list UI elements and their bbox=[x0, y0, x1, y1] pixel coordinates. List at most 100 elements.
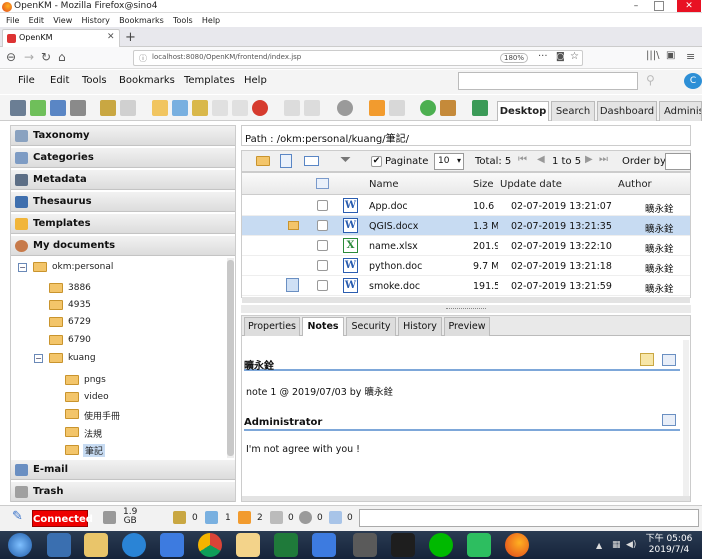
tree-item-folder[interactable]: video bbox=[84, 392, 109, 402]
ff-menu-history[interactable]: History bbox=[81, 14, 109, 27]
app-menu-templates[interactable]: Templates bbox=[184, 75, 235, 86]
tab-close-icon[interactable]: ✕ bbox=[107, 32, 115, 42]
app-menu-edit[interactable]: Edit bbox=[50, 75, 69, 86]
tree-item-root[interactable]: okm:personal bbox=[52, 262, 113, 272]
filter-funnel-icon[interactable]: ⏷ bbox=[340, 152, 351, 168]
taskbar-explorer-icon[interactable] bbox=[84, 533, 108, 557]
hamburger-menu-icon[interactable]: ≡ bbox=[686, 50, 695, 63]
edit-icon[interactable] bbox=[192, 100, 208, 116]
cancel-checkout-icon[interactable] bbox=[232, 100, 248, 116]
tab-notes[interactable]: Notes bbox=[302, 317, 344, 336]
taskbar-chrome-icon[interactable] bbox=[198, 533, 222, 557]
page-size-select[interactable]: 10 ▾ bbox=[434, 153, 464, 170]
tab-properties[interactable]: Properties bbox=[244, 317, 300, 336]
sidebar-icon[interactable]: ▣ bbox=[666, 50, 675, 61]
col-update-date[interactable]: Update date bbox=[500, 179, 562, 190]
url-bar[interactable]: ⓘ localhost:8080/OpenKM/frontend/index.j… bbox=[133, 50, 583, 66]
acc-templates[interactable]: Templates bbox=[11, 214, 235, 234]
tray-expand-icon[interactable]: ▲ bbox=[596, 541, 602, 550]
table-hscrollbar[interactable] bbox=[242, 297, 690, 303]
library-icon[interactable]: |||\ bbox=[646, 50, 659, 61]
file-name[interactable]: App.doc bbox=[369, 201, 469, 212]
delete-icon[interactable] bbox=[252, 100, 268, 116]
row-checkbox[interactable] bbox=[317, 260, 328, 271]
subscribed-docs-icon[interactable] bbox=[238, 511, 251, 524]
add-document-icon[interactable] bbox=[30, 100, 46, 116]
app-menu-bookmarks[interactable]: Bookmarks bbox=[119, 75, 175, 86]
file-name[interactable]: QGIS.docx bbox=[369, 221, 469, 232]
taskbar-app-icon[interactable] bbox=[353, 533, 377, 557]
home-folder-icon[interactable] bbox=[440, 100, 456, 116]
file-name[interactable]: python.doc bbox=[369, 261, 469, 272]
quick-search-input[interactable] bbox=[458, 72, 638, 90]
ff-menu-view[interactable]: View bbox=[53, 14, 72, 27]
acc-thesaurus[interactable]: Thesaurus bbox=[11, 192, 235, 212]
tree-item-folder[interactable]: 使用手冊 bbox=[84, 409, 120, 422]
volume-icon[interactable]: ◀) bbox=[626, 540, 636, 550]
col-author[interactable]: Author bbox=[618, 179, 652, 190]
paginate-checkbox[interactable]: ✔ bbox=[371, 156, 382, 167]
tab-security[interactable]: Security bbox=[346, 317, 396, 336]
column-chooser-icon[interactable] bbox=[316, 178, 329, 189]
tree-item-selected[interactable]: 筆記 bbox=[83, 444, 106, 457]
taskbar-excel-icon[interactable] bbox=[274, 533, 298, 557]
mail-filter-icon[interactable] bbox=[304, 156, 319, 166]
acc-metadata[interactable]: Metadata bbox=[11, 170, 235, 190]
start-button-icon[interactable] bbox=[8, 533, 32, 557]
taskbar-evernote-icon[interactable] bbox=[467, 533, 491, 557]
taskbar-app-icon[interactable] bbox=[160, 533, 184, 557]
create-folder-icon[interactable] bbox=[152, 100, 168, 116]
locked-docs-icon[interactable] bbox=[173, 511, 186, 524]
table-row-selected[interactable]: W QGIS.docx 1.3 M 02-07-2019 13:21:35 曠永… bbox=[242, 216, 690, 236]
browser-tab[interactable]: OpenKM ✕ bbox=[2, 29, 120, 47]
taskbar-clock[interactable]: 下午 05:06 2019/7/4 bbox=[640, 534, 698, 556]
reload-button[interactable]: ↻ bbox=[41, 50, 51, 64]
ff-menu-bookmarks[interactable]: Bookmarks bbox=[119, 14, 164, 27]
document-filter-icon[interactable] bbox=[280, 154, 292, 168]
file-name[interactable]: name.xlsx bbox=[369, 241, 469, 252]
app-menu-help[interactable]: Help bbox=[244, 75, 267, 86]
ff-menu-edit[interactable]: Edit bbox=[29, 14, 45, 27]
taskbar-line-icon[interactable] bbox=[429, 533, 453, 557]
table-row[interactable]: W App.doc 10.6 K 02-07-2019 13:21:07 曠永銓 bbox=[242, 196, 690, 216]
taskbar-firefox-icon[interactable] bbox=[505, 533, 529, 557]
tree-item-folder[interactable]: 法規 bbox=[84, 427, 102, 440]
scrollbar-thumb[interactable] bbox=[227, 260, 234, 456]
scan-icon[interactable] bbox=[50, 100, 66, 116]
unlock-icon[interactable] bbox=[120, 100, 136, 116]
forward-button[interactable]: → bbox=[24, 50, 34, 64]
order-by-select[interactable] bbox=[665, 153, 691, 170]
edit-note-icon[interactable] bbox=[640, 353, 654, 366]
table-row[interactable]: W python.doc 9.7 M 02-07-2019 13:21:18 曠… bbox=[242, 256, 690, 276]
checkin-icon[interactable] bbox=[212, 100, 228, 116]
unsubscribe-icon[interactable] bbox=[389, 100, 405, 116]
tree-item-folder[interactable]: 6790 bbox=[68, 335, 91, 345]
splitter-grip[interactable] bbox=[446, 308, 486, 310]
folder-filter-icon[interactable] bbox=[256, 156, 270, 166]
horizontal-splitter[interactable] bbox=[241, 305, 691, 313]
row-checkbox[interactable] bbox=[317, 280, 328, 291]
last-page-icon[interactable]: ⏭ bbox=[599, 154, 608, 165]
tools-icon[interactable] bbox=[10, 100, 26, 116]
table-row[interactable]: W smoke.doc 191.5 02-07-2019 13:21:59 曠永… bbox=[242, 276, 690, 296]
acc-categories[interactable]: Categories bbox=[11, 148, 235, 168]
notes-scrollbar[interactable] bbox=[683, 340, 689, 496]
taskbar-app-icon[interactable] bbox=[312, 533, 336, 557]
tab-search[interactable]: Search bbox=[551, 101, 595, 121]
acc-taxonomy[interactable]: Taxonomy bbox=[11, 126, 235, 146]
ff-menu-help[interactable]: Help bbox=[202, 14, 220, 27]
network-icon[interactable]: ▦ bbox=[612, 540, 621, 550]
taskbar-pycharm-icon[interactable] bbox=[391, 533, 415, 557]
table-row[interactable]: X name.xlsx 201.9 02-07-2019 13:22:10 曠永… bbox=[242, 236, 690, 256]
row-checkbox[interactable] bbox=[317, 200, 328, 211]
export-icon[interactable] bbox=[472, 100, 488, 116]
maximize-button[interactable] bbox=[654, 1, 664, 11]
remove-property-group-icon[interactable] bbox=[304, 100, 320, 116]
acc-email[interactable]: E-mail bbox=[11, 460, 235, 480]
tree-item-folder[interactable]: 3886 bbox=[68, 283, 91, 293]
col-name[interactable]: Name bbox=[369, 179, 399, 190]
next-page-icon[interactable]: ▶ bbox=[585, 154, 593, 165]
app-menu-file[interactable]: File bbox=[18, 75, 35, 86]
refresh-icon[interactable] bbox=[420, 100, 436, 116]
back-button[interactable]: ⊖ bbox=[6, 50, 16, 64]
